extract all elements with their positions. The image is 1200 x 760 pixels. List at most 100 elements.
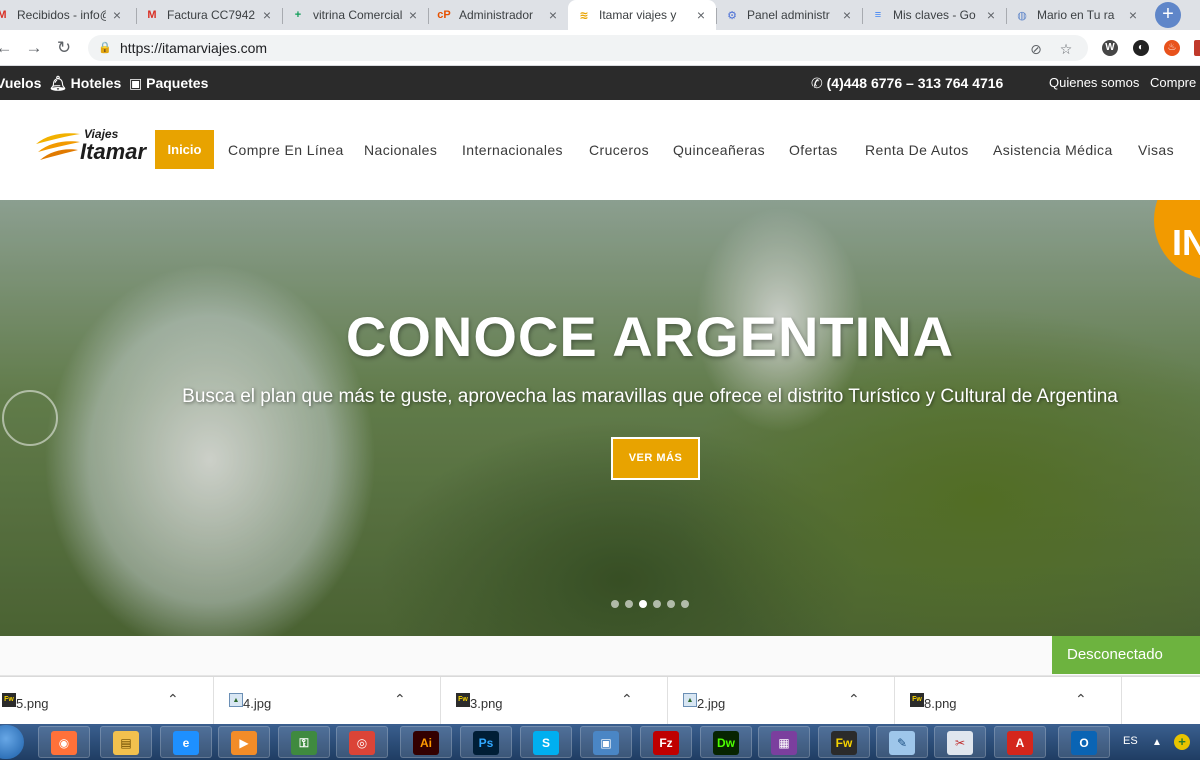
internet-explorer-taskbar-button[interactable]: e [160, 726, 212, 758]
cookie-blocked-icon[interactable]: ⊘ [1028, 41, 1044, 57]
menu-item-nacionales[interactable]: Nacionales [364, 142, 437, 158]
browser-tab[interactable]: ◍ Mario en Tu ra × [1006, 0, 1148, 30]
tab-close-icon[interactable]: × [694, 7, 708, 23]
tab-title: Mis claves - Go [893, 8, 976, 22]
download-item[interactable]: Fw 3.png ⌃ [442, 677, 668, 725]
browser-tab[interactable]: cP Administrador × [428, 0, 568, 30]
file-explorer-taskbar-button[interactable]: ▤ [100, 726, 152, 758]
filezilla-taskbar-button[interactable]: Fz [640, 726, 692, 758]
url-text[interactable]: https://itamarviajes.com [120, 40, 267, 56]
reload-icon[interactable]: ↻ [54, 38, 74, 58]
menu-item-visas[interactable]: Visas [1138, 142, 1174, 158]
language-indicator[interactable]: ES [1123, 735, 1138, 747]
paint-taskbar-button[interactable]: ✂ [934, 726, 986, 758]
tab-close-icon[interactable]: × [110, 7, 124, 23]
site-logo[interactable]: Viajes Itamar [34, 127, 156, 164]
fire-extension-icon[interactable]: ♨ [1164, 40, 1180, 56]
security-taskbar-button[interactable]: ⚿ [278, 726, 330, 758]
chevron-up-icon[interactable]: ⌃ [394, 691, 406, 708]
browser-tab[interactable]: + vitrina Comercial × [282, 0, 428, 30]
extension-icon[interactable] [1194, 40, 1200, 56]
slider-dot[interactable] [625, 600, 633, 608]
slider-dot[interactable] [667, 600, 675, 608]
briefcase-icon: ▣ [129, 75, 143, 91]
tab-close-icon[interactable]: × [260, 7, 274, 23]
chat-status-button[interactable]: Desconectado [1052, 636, 1200, 674]
topbar-link-buy[interactable]: Compre e [1150, 75, 1200, 90]
bookmark-star-icon[interactable]: ☆ [1058, 41, 1074, 57]
outlook-icon: O [1071, 731, 1097, 755]
download-filename: 5.png [16, 696, 49, 711]
topbar-link-about[interactable]: Quienes somos [1049, 75, 1139, 90]
media-player-icon: ▶ [231, 731, 257, 755]
menu-item-internacionales[interactable]: Internacionales [462, 142, 563, 158]
browser-tab-strip: M Recibidos - info@ × M Factura CC7942 × + vitr… [0, 0, 1200, 30]
cpanel-icon: cP [437, 9, 451, 21]
download-item[interactable]: Fw 5.png ⌃ [0, 677, 214, 725]
slider-dot[interactable] [639, 600, 647, 608]
illustrator-taskbar-button[interactable]: Ai [400, 726, 452, 758]
download-item[interactable]: ▲ 2.jpg ⌃ [669, 677, 895, 725]
address-bar[interactable]: 🔒 https://itamarviajes.com ⊘ ☆ [88, 35, 1088, 61]
photo-viewer-taskbar-button[interactable]: ▣ [580, 726, 632, 758]
menu-item-renta-autos[interactable]: Renta De Autos [865, 142, 969, 158]
chevron-up-icon[interactable]: ⌃ [1075, 691, 1087, 708]
slider-dot[interactable] [653, 600, 661, 608]
firefox-taskbar-button[interactable]: ◉ [38, 726, 90, 758]
notes-taskbar-button[interactable]: ✎ [876, 726, 928, 758]
slider-dot[interactable] [681, 600, 689, 608]
skype-taskbar-button[interactable]: S [520, 726, 572, 758]
promo-badge-text: IN [1172, 222, 1200, 263]
start-button-icon[interactable] [0, 725, 24, 759]
tab-close-icon[interactable]: × [406, 7, 420, 23]
menu-item-quinceaneras[interactable]: Quinceañeras [673, 142, 765, 158]
tab-title: Itamar viajes y [599, 8, 677, 22]
photo-viewer-icon: ▣ [593, 731, 619, 755]
download-item[interactable]: Fw 8.png ⌃ [896, 677, 1122, 725]
tab-close-icon[interactable]: × [546, 7, 560, 23]
browser-tab[interactable]: M Recibidos - info@ × [0, 0, 132, 30]
chevron-up-icon[interactable]: ⌃ [848, 691, 860, 708]
color-extension-icon[interactable]: ◐ [1133, 40, 1149, 56]
tab-close-icon[interactable]: × [984, 7, 998, 23]
download-item[interactable]: ▲ 4.jpg ⌃ [215, 677, 441, 725]
promo-badge[interactable]: IN [1154, 200, 1200, 280]
tray-expand-icon[interactable]: ▲ [1152, 737, 1162, 748]
back-icon[interactable]: ← [0, 38, 14, 58]
winrar-taskbar-button[interactable]: ▦ [758, 726, 810, 758]
browser-tab[interactable]: ≡ Mis claves - Go × [862, 0, 1006, 30]
topbar-link-hoteles[interactable]: 🔔︎ Hoteles [49, 75, 121, 92]
topbar-link-vuelos[interactable]: Vuelos [0, 75, 41, 91]
tab-close-icon[interactable]: × [840, 7, 854, 23]
outlook-taskbar-button[interactable]: O [1058, 726, 1110, 758]
menu-item-compre[interactable]: Compre En Línea [228, 142, 344, 158]
menu-item-ofertas[interactable]: Ofertas [789, 142, 838, 158]
hero-slider: IN CONOCE ARGENTINA Busca el plan que má… [0, 200, 1200, 636]
acrobat-taskbar-button[interactable]: A [994, 726, 1046, 758]
browser-toolbar: ← → ↻ 🔒 https://itamarviajes.com ⊘ ☆ W ◐… [0, 30, 1200, 66]
tab-close-icon[interactable]: × [1126, 7, 1140, 23]
chevron-up-icon[interactable]: ⌃ [167, 691, 179, 708]
chevron-up-icon[interactable]: ⌃ [621, 691, 633, 708]
browser-tab[interactable]: ≋ Itamar viajes y × [568, 0, 716, 30]
new-tab-icon[interactable]: + [1155, 2, 1181, 28]
menu-item-inicio[interactable]: Inicio [155, 130, 214, 169]
browser-tab[interactable]: ⚙ Panel administr × [716, 0, 862, 30]
fireworks-file-icon: Fw [2, 693, 16, 707]
notes-icon: ✎ [889, 731, 915, 755]
chrome-taskbar-button[interactable]: ◎ [336, 726, 388, 758]
browser-tab[interactable]: M Factura CC7942 × [136, 0, 282, 30]
internet-explorer-icon: e [173, 731, 199, 755]
fireworks-taskbar-button[interactable]: Fw [818, 726, 870, 758]
wordpress-extension-icon[interactable]: W [1102, 40, 1118, 56]
dreamweaver-taskbar-button[interactable]: Dw [700, 726, 752, 758]
tray-status-icon[interactable]: + [1174, 734, 1190, 750]
slider-dot[interactable] [611, 600, 619, 608]
forward-icon[interactable]: → [24, 38, 44, 58]
ver-mas-button[interactable]: VER MÁS [611, 437, 700, 480]
media-player-taskbar-button[interactable]: ▶ [218, 726, 270, 758]
menu-item-cruceros[interactable]: Cruceros [589, 142, 649, 158]
menu-item-asistencia[interactable]: Asistencia Médica [993, 142, 1113, 158]
photoshop-taskbar-button[interactable]: Ps [460, 726, 512, 758]
topbar-link-paquetes[interactable]: ▣ Paquetes [129, 75, 208, 92]
